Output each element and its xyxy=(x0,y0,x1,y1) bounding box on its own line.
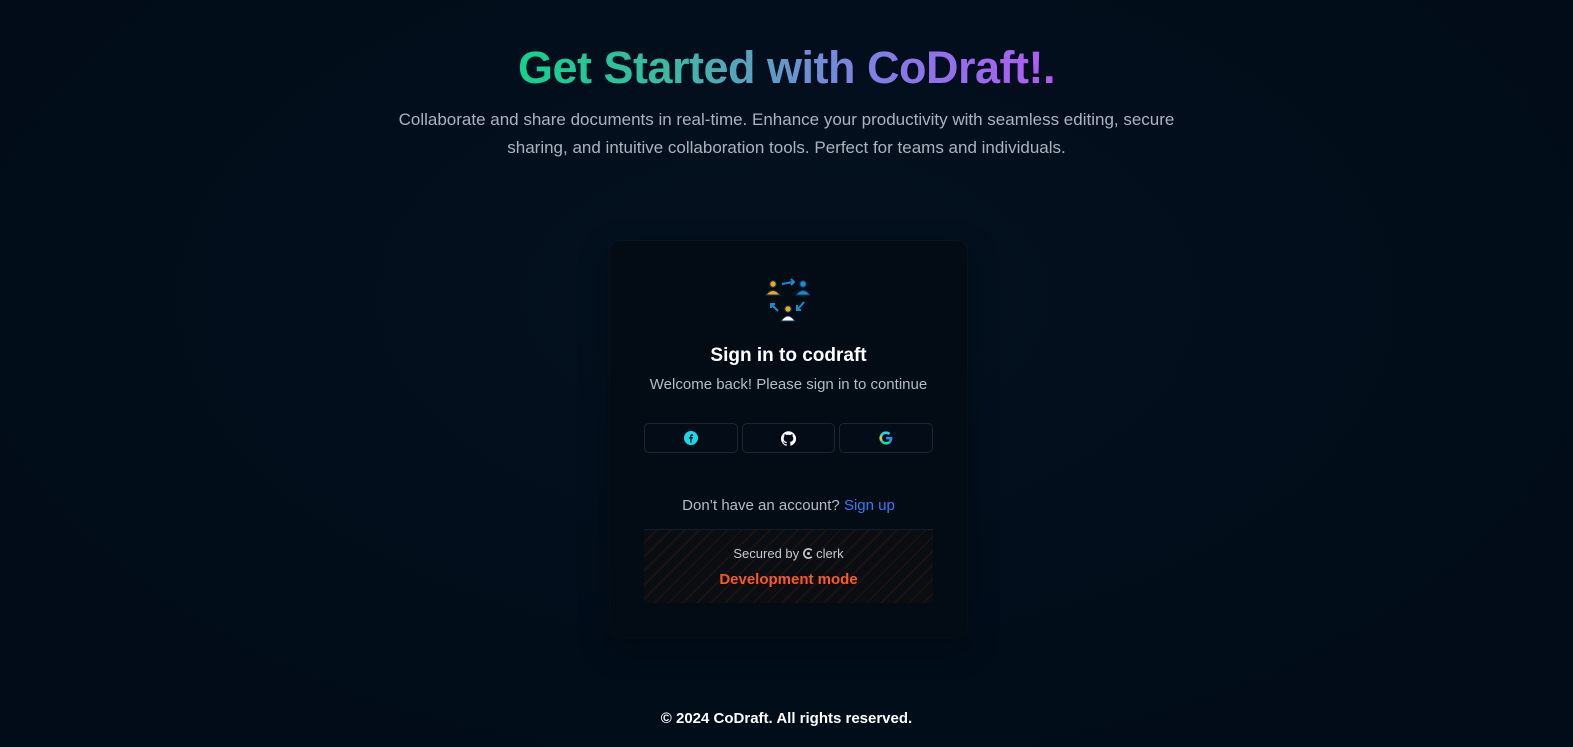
google-signin-button[interactable] xyxy=(839,423,934,453)
facebook-icon xyxy=(683,431,698,445)
collaboration-people-icon xyxy=(763,275,813,325)
clerk-brand-text: clerk xyxy=(816,546,844,561)
social-buttons-row xyxy=(644,423,934,453)
signin-title: Sign in to codraft xyxy=(710,345,867,366)
secured-by-text: Secured by xyxy=(733,546,800,561)
google-icon xyxy=(879,431,893,445)
signup-prompt: Don’t have an account? Sign up xyxy=(610,497,967,514)
signin-card: Sign in to codraft Welcome back! Please … xyxy=(610,241,967,638)
hero-title-text: Get Started with CoDraft!. xyxy=(517,42,1056,93)
github-signin-button[interactable] xyxy=(741,423,836,453)
signup-prompt-text: Don’t have an account? xyxy=(682,497,840,514)
copyright-text: © 2024 CoDraft. All rights reserved. xyxy=(660,710,913,727)
hero-subtitle: Collaborate and share documents in real-… xyxy=(398,110,1175,157)
secured-by-line: Secured by clerk xyxy=(644,546,933,561)
development-mode-label: Development mode xyxy=(719,571,858,588)
facebook-signin-button[interactable] xyxy=(644,423,738,453)
clerk-logo[interactable]: clerk xyxy=(803,546,844,561)
page: Get Started with CoDraft!. Collaborate a… xyxy=(0,0,1573,747)
github-icon xyxy=(781,430,796,446)
hero-title: Get Started with CoDraft!. xyxy=(0,40,1573,96)
signin-subtitle: Welcome back! Please sign in to continue xyxy=(649,376,928,393)
clerk-icon xyxy=(803,548,813,559)
clerk-footer: Secured by clerk Development mode xyxy=(644,530,933,603)
signup-link[interactable]: Sign up xyxy=(844,497,895,514)
